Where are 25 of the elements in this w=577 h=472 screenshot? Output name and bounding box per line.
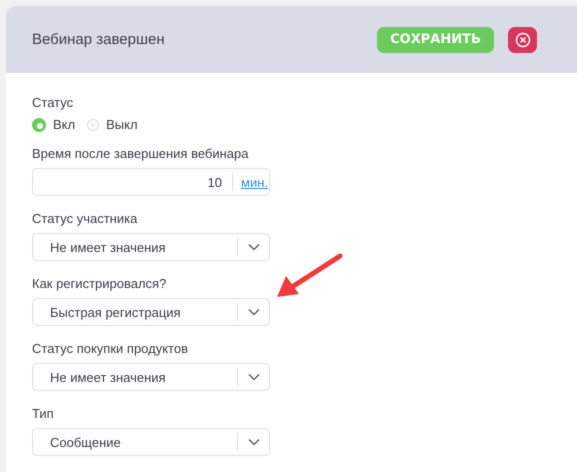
close-button[interactable] [508, 26, 537, 52]
field-label: Статус покупки продуктов [32, 341, 189, 357]
select-dropdown[interactable]: Не имеет значения [32, 233, 270, 261]
input-value: 10 [206, 174, 223, 190]
chevron-down-icon [248, 438, 260, 446]
dialog-title: Вебинар завершен [32, 31, 166, 48]
arrow-annotation [277, 254, 342, 297]
select-dropdown[interactable]: Сообщение [32, 428, 270, 456]
radio-label: Вкл [53, 117, 76, 132]
close-icon [514, 32, 530, 48]
radio-label: Выкл [106, 117, 138, 132]
radio-button[interactable] [32, 118, 46, 132]
field-label: Тип [32, 406, 55, 422]
chevron-down-icon [248, 308, 260, 316]
chevron-down-icon [248, 243, 260, 251]
field-label: Статус [32, 95, 74, 111]
number-input-field[interactable]: 10 мин. [32, 168, 270, 196]
field-label: Время после завершения вебинара [32, 146, 250, 162]
chevron-down-icon [248, 373, 260, 381]
field-label: Статус участника [32, 211, 138, 227]
unit-link[interactable]: мин. [233, 174, 269, 190]
field-label: Как регистрировался? [32, 276, 168, 292]
select-dropdown[interactable]: Не имеет значения [32, 363, 270, 391]
select-dropdown[interactable]: Быстрая регистрация [32, 298, 270, 326]
radio-button[interactable] [87, 118, 100, 130]
